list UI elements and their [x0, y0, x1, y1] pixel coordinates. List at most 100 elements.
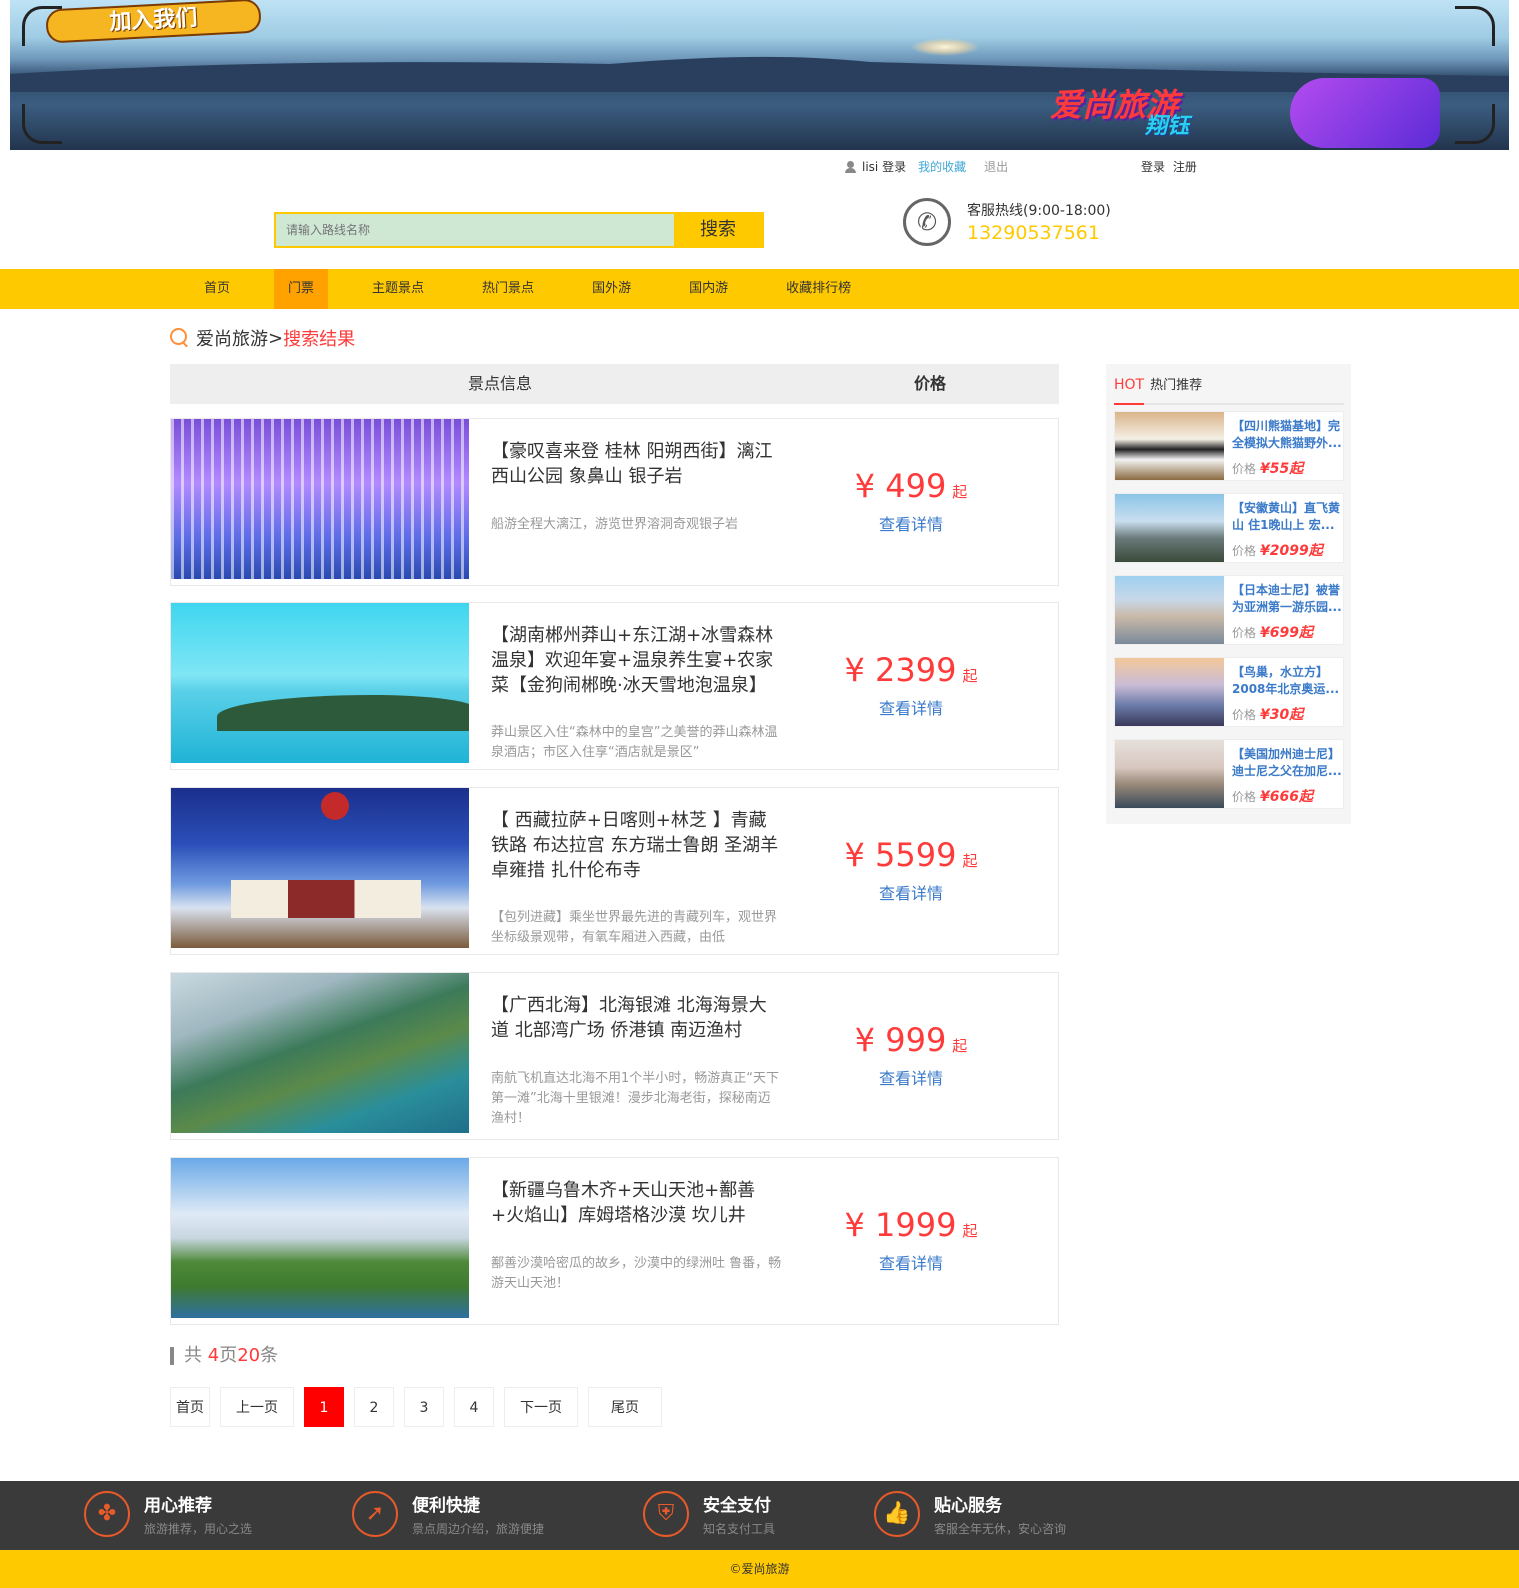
register-link[interactable]: 注册 [1173, 160, 1197, 174]
price-qi: 起 [962, 852, 978, 870]
frame-corner-icon [1455, 104, 1495, 144]
hot-item-title[interactable]: 【安徽黄山】直飞黄山 住1晚山上 宏... [1232, 500, 1342, 534]
route-title[interactable]: 【湖南郴州莽山+东江湖+冰雪森林温泉】欢迎年宴+温泉养生宴+农家菜【金狗闹郴晚·… [491, 623, 783, 698]
nav-item-tickets[interactable]: 门票 [274, 269, 329, 309]
feature-sub: 旅游推荐，用心之选 [144, 1522, 253, 1536]
feature-payment: ⛨ 安全支付 知名支付工具 [643, 1491, 775, 1537]
hot-item[interactable]: 【日本迪士尼】被誉为亚洲第一游乐园... 价格 ¥699起 [1114, 575, 1344, 645]
nav-item-theme[interactable]: 主题景点 [358, 269, 438, 309]
page-last-button[interactable]: 尾页 [588, 1387, 662, 1427]
result-row: 【广西北海】北海银滩 北海海景大道 北部湾广场 侨港镇 南迈渔村 南航飞机直达北… [170, 972, 1059, 1140]
price-value: 1999 [875, 1206, 957, 1244]
hot-item-price: 价格 ¥666起 [1232, 786, 1313, 806]
total-count: 20 [237, 1345, 261, 1366]
currency: ¥ [1260, 461, 1270, 477]
view-detail-link[interactable]: 查看详情 [831, 880, 991, 904]
my-favorites-link[interactable]: 我的收藏 [918, 158, 966, 175]
hotline: ✆ 客服热线(9:00-18:00) 13290537561 [903, 198, 1111, 246]
price-qi: 起 [1299, 625, 1313, 641]
route-title[interactable]: 【新疆乌鲁木齐+天山天池+鄯善+火焰山】库姆塔格沙漠 坎儿井 [491, 1178, 783, 1228]
price-label: 价格 [1232, 708, 1257, 722]
feature-title: 便利快捷 [412, 1496, 480, 1516]
search-button[interactable]: 搜索 [674, 214, 762, 246]
page-first-button[interactable]: 首页 [170, 1387, 210, 1427]
route-image[interactable] [171, 788, 469, 948]
hot-item[interactable]: 【鸟巢，水立方】2008年北京奥运... 价格 ¥30起 [1114, 657, 1344, 727]
price-value: 699 [1269, 625, 1299, 641]
phone-icon: ✆ [903, 198, 951, 246]
hot-item-title[interactable]: 【日本迪士尼】被誉为亚洲第一游乐园... [1232, 582, 1342, 616]
price-value: 999 [885, 1021, 947, 1059]
price-qi: 起 [952, 483, 968, 501]
hot-item[interactable]: 【四川熊猫基地】完全模拟大熊猫野外... 价格 ¥55起 [1114, 411, 1344, 481]
hot-item[interactable]: 【美国加州迪士尼】迪士尼之父在加尼... 价格 ¥666起 [1114, 739, 1344, 809]
route-image[interactable] [171, 973, 469, 1133]
feature-sub: 知名支付工具 [703, 1522, 776, 1536]
hot-item-image[interactable] [1115, 412, 1224, 480]
view-detail-link[interactable]: 查看详情 [831, 1065, 991, 1089]
route-desc: 南航飞机直达北海不用1个半小时，畅游真正“天下第一滩”北海十里银滩！漫步北海老街… [491, 1071, 780, 1126]
nav-item-ranking[interactable]: 收藏排行榜 [772, 269, 865, 309]
route-image[interactable] [171, 1158, 469, 1318]
nav-item-domestic[interactable]: 国内游 [675, 269, 742, 309]
price-label: 价格 [1232, 790, 1257, 804]
view-detail-link[interactable]: 查看详情 [831, 1250, 991, 1274]
search-input[interactable] [276, 214, 674, 246]
price-value: 666 [1269, 789, 1299, 805]
col-info: 景点信息 [467, 374, 532, 393]
hot-item[interactable]: 【安徽黄山】直飞黄山 住1晚山上 宏... 价格 ¥2099起 [1114, 493, 1344, 563]
hot-item-price: 价格 ¥30起 [1232, 704, 1303, 724]
hot-item-title[interactable]: 【鸟巢，水立方】2008年北京奥运... [1232, 664, 1342, 698]
hot-item-image[interactable] [1115, 740, 1224, 808]
feature-title: 安全支付 [703, 1496, 771, 1516]
route-image[interactable] [171, 419, 469, 579]
view-detail-link[interactable]: 查看详情 [831, 511, 991, 535]
route-desc: 莽山景区入住“森林中的皇宫”之美誉的莽山森林温泉酒店；市区入住享“酒店就是景区” [491, 725, 778, 760]
hot-tag: HOT [1114, 377, 1145, 393]
route-title[interactable]: 【豪叹喜来登 桂林 阳朔西街】漓江 西山公园 象鼻山 银子岩 [491, 439, 783, 489]
hot-item-image[interactable] [1115, 576, 1224, 644]
currency: ¥ [854, 1021, 876, 1059]
route-title[interactable]: 【广西北海】北海银滩 北海海景大道 北部湾广场 侨港镇 南迈渔村 [491, 993, 783, 1043]
route-title[interactable]: 【 西藏拉萨+日喀则+林芝 】青藏铁路 布达拉宫 东方瑞士鲁朗 圣湖羊卓雍措 扎… [491, 808, 783, 883]
hot-item-image[interactable] [1115, 658, 1224, 726]
palace [231, 880, 421, 918]
seal [321, 792, 349, 820]
join-us-badge[interactable]: 加入我们 [45, 0, 262, 44]
feature-convenient: ➚ 便利快捷 景点周边介绍，旅游便捷 [352, 1491, 544, 1537]
user-bar: lisi 登录 我的收藏 退出 [845, 158, 1008, 175]
hot-item-title[interactable]: 【美国加州迪士尼】迪士尼之父在加尼... [1232, 746, 1342, 780]
route-price: ¥ 1999 起 [831, 1206, 991, 1244]
page-number-button[interactable]: 2 [354, 1387, 394, 1427]
hot-item-title[interactable]: 【四川熊猫基地】完全模拟大熊猫野外... [1232, 418, 1342, 452]
currency: ¥ [1260, 789, 1270, 805]
route-image[interactable] [171, 603, 469, 763]
total-pages: 4 [207, 1345, 220, 1366]
nav-item-hot[interactable]: 热门景点 [468, 269, 548, 309]
hot-item-price: 价格 ¥699起 [1232, 622, 1313, 642]
hot-item-image[interactable] [1115, 494, 1224, 562]
logout-link[interactable]: 退出 [984, 158, 1008, 175]
page-prev-button[interactable]: 上一页 [220, 1387, 294, 1427]
price-label: 价格 [1232, 626, 1257, 640]
nav-item-abroad[interactable]: 国外游 [578, 269, 645, 309]
price-qi: 起 [1289, 707, 1304, 723]
price-qi: 起 [962, 1222, 978, 1240]
nav-item-home[interactable]: 首页 [190, 269, 244, 309]
page-number-button[interactable]: 3 [404, 1387, 444, 1427]
page-number-button[interactable]: 4 [454, 1387, 494, 1427]
view-detail-link[interactable]: 查看详情 [831, 695, 991, 719]
brand-sub-logo: 翔钰 [1145, 114, 1190, 139]
hotline-number: 13290537561 [967, 222, 1100, 244]
page-next-button[interactable]: 下一页 [504, 1387, 578, 1427]
login-link[interactable]: 登录 [1141, 160, 1165, 174]
feature-recommend: ✤ 用心推荐 旅游推荐，用心之选 [84, 1491, 252, 1537]
results-header: 景点信息 价格 [170, 364, 1059, 404]
breadcrumb-root[interactable]: 爱尚旅游 [196, 325, 268, 351]
shield-icon: ⛨ [643, 1491, 689, 1537]
banner-landscape [10, 56, 1509, 92]
price-value: 499 [885, 467, 947, 505]
price-label: 价格 [1232, 544, 1257, 558]
page-number-button[interactable]: 1 [304, 1387, 344, 1427]
result-row: 【 西藏拉萨+日喀则+林芝 】青藏铁路 布达拉宫 东方瑞士鲁朗 圣湖羊卓雍措 扎… [170, 787, 1059, 955]
